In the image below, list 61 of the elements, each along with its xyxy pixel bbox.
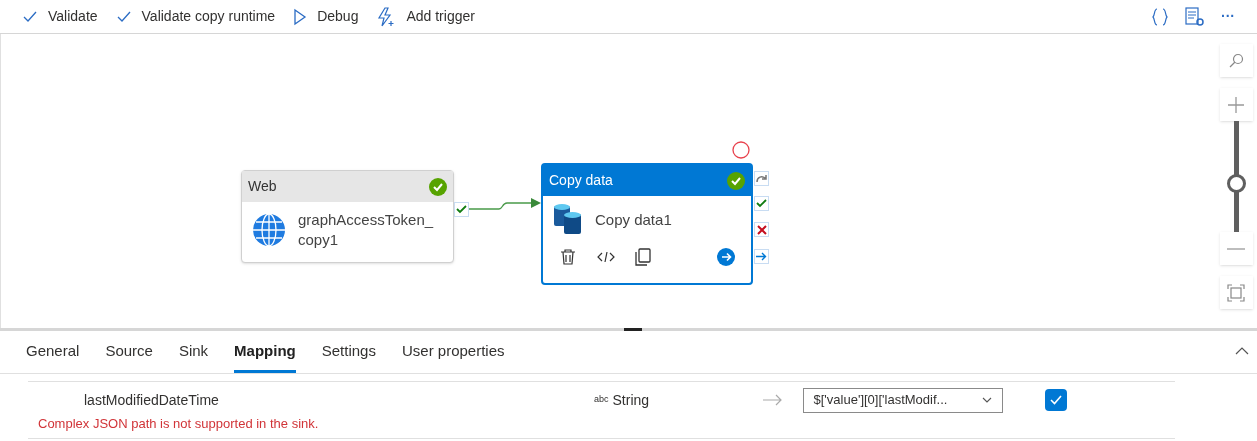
search-button[interactable] — [1219, 44, 1253, 77]
success-port[interactable] — [754, 196, 769, 211]
failure-port[interactable] — [754, 222, 769, 237]
tab[interactable]: Source — [105, 339, 153, 373]
node-name: graphAccessToken_ copy1 — [298, 210, 434, 250]
lightning-plus-icon — [376, 6, 397, 27]
cross-icon — [756, 224, 767, 235]
arrow-circle-icon[interactable] — [717, 248, 735, 266]
tab[interactable]: General — [26, 339, 80, 373]
node-type-label: Web — [248, 177, 277, 196]
toolbar-button[interactable]: Validate — [22, 6, 98, 27]
tab[interactable]: Sink — [178, 339, 209, 373]
success-check-icon — [727, 171, 745, 190]
toolbar-button[interactable]: Validate copy runtime — [115, 6, 276, 27]
toolbar-button[interactable]: Debug — [293, 6, 359, 27]
zoom-slider[interactable] — [1226, 121, 1246, 232]
tab[interactable]: User properties — [401, 339, 505, 373]
minus-icon — [1227, 247, 1245, 250]
connector-arrow — [469, 196, 541, 212]
zoom-slider-thumb[interactable] — [1226, 174, 1246, 194]
checkmark-icon — [756, 199, 767, 208]
curved-arrow-icon — [755, 174, 768, 183]
copy-icon[interactable] — [635, 248, 651, 266]
arrow-right-icon — [756, 252, 767, 261]
document-settings-icon[interactable] — [1185, 6, 1205, 27]
database-stack-icon — [553, 204, 583, 236]
plus-icon — [1227, 95, 1245, 114]
node-type-label: Copy data — [549, 171, 613, 190]
play-icon — [293, 7, 308, 26]
skip-port[interactable] — [754, 171, 769, 186]
checkmark-icon — [456, 205, 467, 214]
code-icon[interactable] — [597, 250, 615, 264]
globe-icon — [252, 213, 286, 247]
toolbar-button[interactable]: Add trigger — [376, 6, 475, 27]
checkmark-icon — [22, 9, 38, 24]
chevron-down-icon — [981, 397, 992, 403]
checkbox[interactable] — [1044, 389, 1067, 411]
node-name: Copy data1 — [595, 210, 672, 230]
success-check-icon — [429, 177, 447, 196]
splitter-handle[interactable] — [624, 328, 642, 331]
arrow-right-icon — [762, 394, 783, 406]
tab[interactable]: Mapping — [234, 339, 296, 373]
tab[interactable]: Settings — [321, 339, 376, 373]
fit-frame-icon — [1227, 283, 1245, 302]
completion-port[interactable] — [754, 249, 769, 264]
sink-dropdown[interactable]: $['value'][0]['lastModif... — [802, 387, 1003, 413]
delete-icon[interactable] — [559, 248, 577, 266]
source-column-name: lastModifiedDateTime — [84, 390, 220, 410]
type-abbreviation-label: abc — [594, 393, 609, 407]
activity-node[interactable]: Web graphAccessToken_ copy1 — [241, 170, 454, 263]
more-button[interactable]: ··· — [1221, 6, 1235, 27]
error-message: Complex JSON path is not supported in the sink. — [38, 415, 320, 433]
success-port[interactable] — [454, 202, 469, 217]
search-icon — [1228, 52, 1244, 69]
braces-icon[interactable] — [1151, 7, 1169, 26]
checkmark-icon — [115, 9, 132, 24]
activity-node[interactable]: Copy data Copy data1 — [541, 163, 753, 285]
checkmark-icon — [1049, 395, 1062, 405]
chevron-up-icon[interactable] — [1235, 347, 1249, 355]
type-label: String — [612, 390, 651, 410]
breakpoint-circle-icon[interactable] — [732, 141, 750, 159]
